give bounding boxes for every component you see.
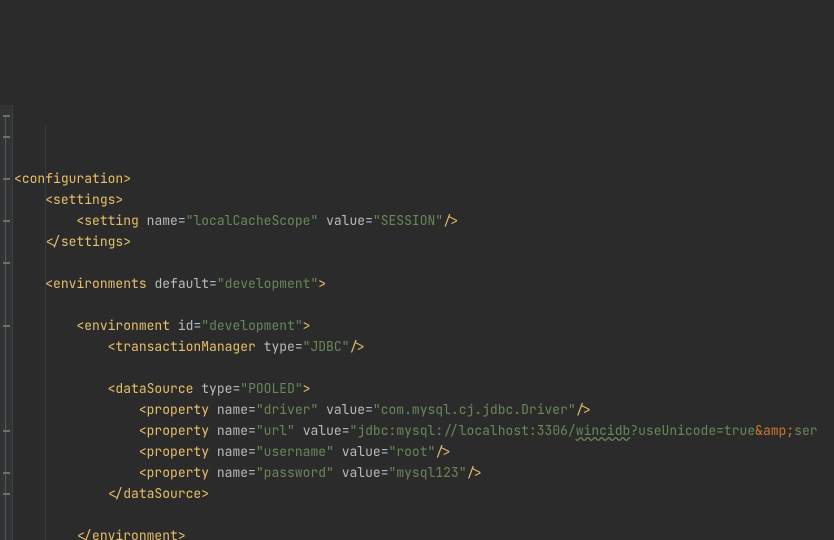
fold-marker[interactable] (3, 136, 10, 138)
fold-marker[interactable] (3, 178, 10, 180)
code-line[interactable]: <transactionManager type="JDBC"/> (14, 336, 834, 357)
fold-marker[interactable] (3, 115, 10, 117)
code-line[interactable]: <configuration> (14, 168, 834, 189)
code-area[interactable]: <configuration> <settings> <setting name… (14, 105, 834, 540)
code-line[interactable]: </dataSource> (14, 483, 834, 504)
code-line[interactable]: <property name="url" value="jdbc:mysql:/… (14, 420, 834, 441)
fold-marker[interactable] (3, 220, 10, 222)
fold-marker[interactable] (3, 493, 10, 495)
code-line[interactable] (14, 357, 834, 378)
code-line[interactable]: <settings> (14, 189, 834, 210)
code-line[interactable]: <environments default="development"> (14, 273, 834, 294)
code-line[interactable]: <environment id="development"> (14, 315, 834, 336)
code-line[interactable]: <property name="password" value="mysql12… (14, 462, 834, 483)
fold-marker[interactable] (3, 430, 10, 432)
code-line[interactable]: <dataSource type="POOLED"> (14, 378, 834, 399)
code-line[interactable]: <property name="driver" value="com.mysql… (14, 399, 834, 420)
code-line[interactable] (14, 504, 834, 525)
code-line[interactable] (14, 252, 834, 273)
code-line[interactable]: </settings> (14, 231, 834, 252)
code-line[interactable] (14, 294, 834, 315)
code-line[interactable]: </environment> (14, 525, 834, 540)
gutter (0, 105, 13, 540)
fold-marker[interactable] (3, 325, 10, 327)
code-line[interactable]: <setting name="localCacheScope" value="S… (14, 210, 834, 231)
fold-marker[interactable] (3, 472, 10, 474)
code-editor[interactable]: <configuration> <settings> <setting name… (0, 105, 834, 540)
fold-marker[interactable] (3, 262, 10, 264)
code-line[interactable]: <property name="username" value="root"/> (14, 441, 834, 462)
